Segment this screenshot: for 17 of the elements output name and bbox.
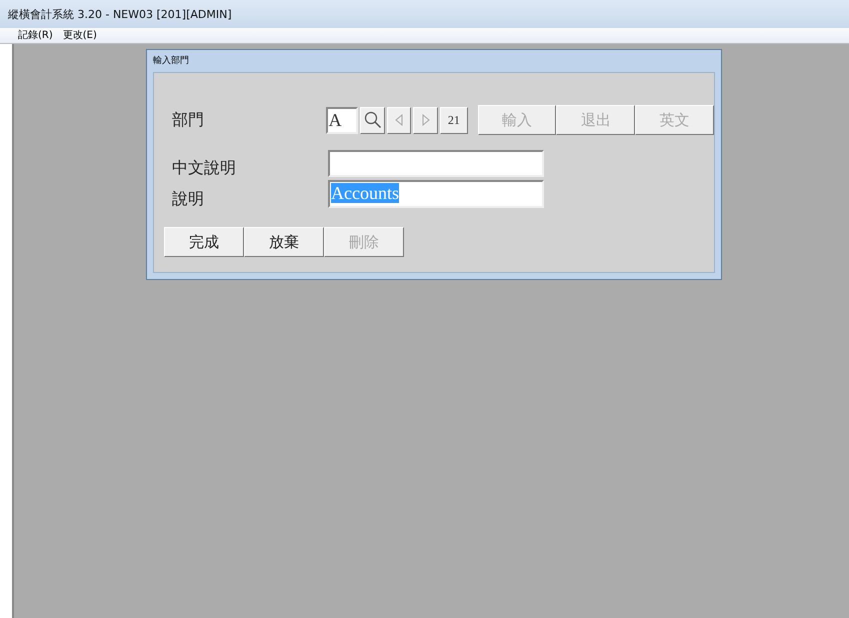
field-label: 中文說明 bbox=[172, 158, 237, 179]
count-button[interactable]: 21 bbox=[440, 106, 468, 134]
right-triangle-icon bbox=[422, 114, 430, 126]
action-button[interactable]: 完成 bbox=[164, 227, 244, 257]
field-label: 部門 bbox=[172, 110, 205, 130]
search-button[interactable] bbox=[360, 106, 385, 134]
menu-item[interactable]: 更改(E) bbox=[62, 28, 97, 43]
field-label: 說明 bbox=[172, 189, 205, 210]
window-title: 縱橫會計系統 3.20 - NEW03 [201][ADMIN] bbox=[8, 6, 232, 22]
left-triangle-icon bbox=[395, 114, 404, 126]
action-button[interactable]: 放棄 bbox=[244, 227, 324, 257]
menu-item[interactable]: 記錄(R) bbox=[18, 28, 53, 43]
dialog-title: 輸入部門 bbox=[153, 56, 189, 66]
field-value: Accounts bbox=[331, 183, 399, 203]
text-field[interactable] bbox=[328, 150, 544, 177]
department-field[interactable]: A bbox=[326, 106, 358, 134]
search-icon bbox=[364, 111, 382, 129]
